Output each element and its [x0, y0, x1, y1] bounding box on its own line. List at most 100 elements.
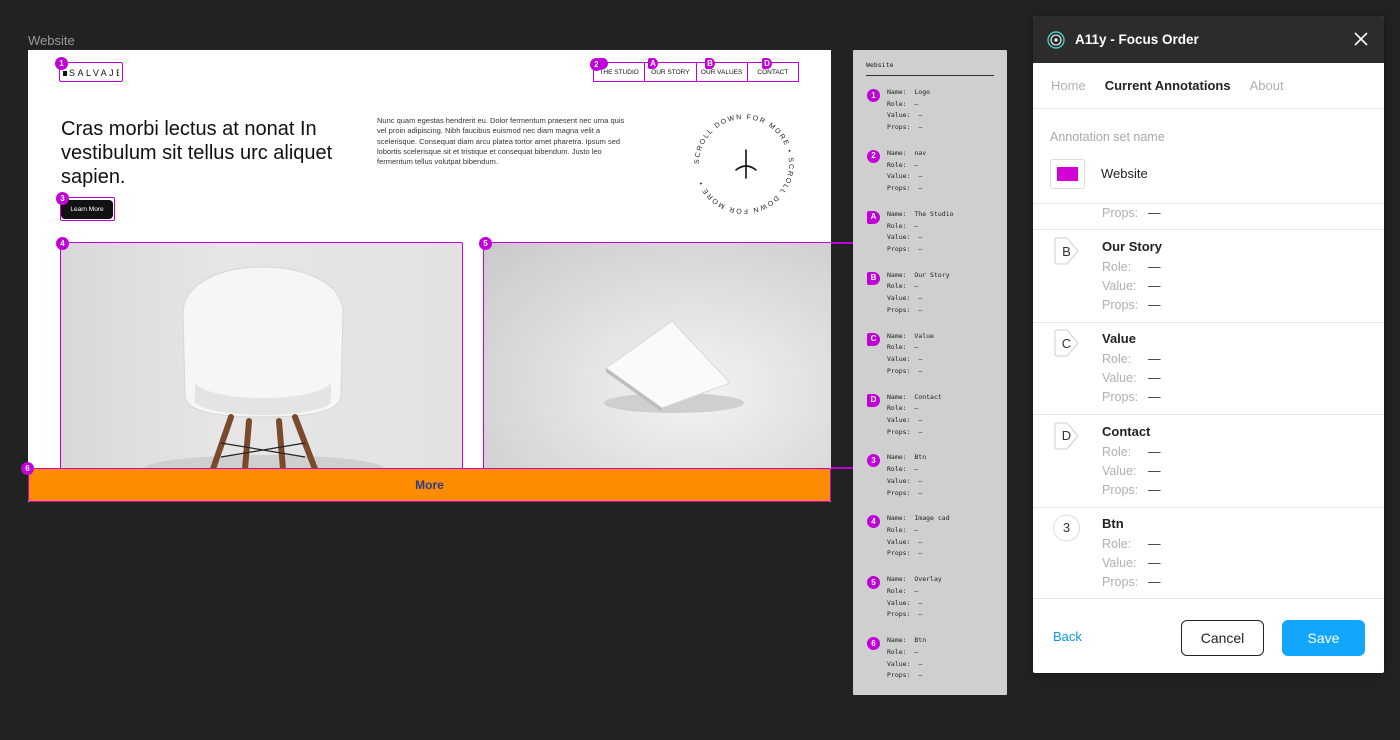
- sidebar-item-value: Value: –: [887, 172, 923, 181]
- annotation-card[interactable]: D Contact Role: — Value: — Props: —: [1033, 415, 1384, 508]
- sidebar-item-role: Role: –: [887, 160, 919, 169]
- tab-home[interactable]: Home: [1051, 78, 1086, 93]
- value-row: Value: —: [1102, 463, 1161, 478]
- nav-link-contact[interactable]: CONTACT: [748, 63, 798, 81]
- sidebar-item-role: Role: –: [887, 99, 919, 108]
- scroll-down-badge[interactable]: SCROLL DOWN FOR MORE • SCROLL DOWN FOR M…: [684, 104, 804, 224]
- props-label: Props: —: [1102, 206, 1161, 220]
- hero-paragraph: Nunc quam egestas hendrerit eu. Dolor fe…: [377, 116, 625, 167]
- sidebar-item-role: Role: –: [887, 647, 919, 656]
- sidebar-item-role: Role: –: [887, 526, 919, 534]
- props-row: Props: —: [1102, 390, 1161, 405]
- plugin-panel: A11y - Focus Order Home Current Annotati…: [1033, 16, 1384, 673]
- annotation-name: Btn: [1102, 515, 1124, 531]
- marker-5: 5: [479, 237, 492, 250]
- sidebar-marker: B: [867, 271, 880, 285]
- marker-c-d: D: [762, 58, 772, 69]
- annotation-badge: 3: [1053, 513, 1080, 543]
- sidebar-marker: 3: [867, 454, 880, 468]
- arrow-down-icon: [735, 149, 757, 179]
- sidebar-item-props: Props: –: [887, 610, 923, 619]
- sidebar-marker: 6: [867, 637, 880, 651]
- annotation-card[interactable]: C Value Role: — Value: — Props: —: [1033, 322, 1384, 416]
- sidebar-marker: D: [867, 393, 880, 407]
- sidebar-item-props: Props: –: [887, 427, 923, 436]
- sidebar-marker: A: [867, 210, 880, 224]
- sidebar-item-name: Name: Logo: [887, 88, 931, 96]
- sidebar-item-value: Value: –: [887, 537, 923, 546]
- connector-line: [831, 242, 855, 244]
- sidebar-item-role: Role: –: [887, 221, 919, 230]
- connector-line: [831, 467, 855, 469]
- sidebar-item-role: Role: –: [887, 404, 919, 413]
- learn-more-button[interactable]: Learn More: [61, 200, 113, 219]
- hero-headline: Cras morbi lectus at nonat In vestibulum…: [61, 118, 333, 188]
- logo[interactable]: SALVAJE: [60, 64, 122, 82]
- svg-text:SCROLL DOWN FOR MORE • SCROLL: SCROLL DOWN FOR MORE • SCROLL DOWN FOR M…: [694, 114, 794, 214]
- save-button[interactable]: Save: [1282, 620, 1365, 656]
- sidebar-item-name: Name: Overlay: [887, 575, 942, 584]
- tab-current-annotations[interactable]: Current Annotations: [1105, 78, 1231, 93]
- tab-about[interactable]: About: [1250, 78, 1284, 93]
- sidebar-item-props: Props: –: [887, 549, 923, 558]
- role-row: Role: —: [1102, 444, 1161, 459]
- sidebar-item-name: Name: Image cad: [887, 514, 950, 523]
- sidebar-item-props: Props: –: [887, 366, 923, 375]
- marker-3: 3: [56, 192, 69, 205]
- plugin-logo-icon: [1047, 30, 1065, 49]
- website-frame: SALVAJE 1 THE STUDIO OUR STORY OUR VALUE…: [28, 50, 831, 502]
- annotation-badge: D: [1053, 421, 1080, 451]
- annotation-name: Our Story: [1102, 239, 1162, 254]
- annotation-list[interactable]: Props: — B Our Story Role: — Value: — Props: — C V…: [1033, 203, 1384, 598]
- annotation-sidebar: Website 1 Name: Logo Role: – Value: – Props:…: [853, 50, 1007, 695]
- props-row: Props: —: [1102, 574, 1161, 589]
- sidebar-item-name: Name: nav: [887, 148, 927, 157]
- annotation-card[interactable]: Props: —: [1033, 204, 1384, 230]
- sidebar-item-role: Role: –: [887, 343, 919, 352]
- scroll-badge-text: SCROLL DOWN FOR MORE • SCROLL DOWN FOR M…: [694, 114, 793, 214]
- more-highlight: [28, 468, 831, 502]
- sidebar-marker: 5: [867, 576, 880, 590]
- annotation-name: Contact: [1102, 423, 1151, 439]
- marker-a: A: [648, 58, 658, 69]
- sidebar-item-props: Props: –: [887, 244, 923, 253]
- value-row: Value: —: [1102, 371, 1161, 386]
- props-row: Props: —: [1102, 482, 1161, 497]
- sidebar-item-value: Value: –: [887, 294, 923, 303]
- annotation-name: Value: [1102, 331, 1136, 347]
- frame-label: Website: [28, 33, 75, 48]
- value-row: Value: —: [1102, 555, 1161, 570]
- marker-4: 4: [56, 237, 69, 250]
- panel-header: A11y - Focus Order: [1033, 16, 1384, 63]
- marker-2-arrow-icon: [598, 58, 608, 69]
- sidebar-item-props: Props: –: [887, 671, 923, 680]
- sidebar-item-props: Props: –: [887, 488, 923, 497]
- color-swatch-fill: [1057, 167, 1078, 181]
- annotation-card[interactable]: B Our Story Role: — Value: — Props: —: [1033, 230, 1384, 323]
- sidebar-item-name: Name: Btn: [887, 453, 927, 462]
- cancel-button[interactable]: Cancel: [1181, 620, 1264, 656]
- logo-text: SALVAJE: [69, 68, 119, 78]
- value-row: Value: —: [1102, 279, 1161, 293]
- annotation-card[interactable]: 3 Btn Role: — Value: — Props: —: [1033, 507, 1384, 598]
- annotation-set-name-value[interactable]: Website: [1101, 166, 1148, 181]
- marker-1: 1: [55, 57, 68, 70]
- sidebar-item-value: Value: –: [887, 598, 923, 607]
- annotation-set-name-label: Annotation set name: [1050, 130, 1165, 144]
- sidebar-item-value: Value: –: [887, 233, 923, 242]
- sidebar-item-role: Role: –: [887, 465, 919, 474]
- sidebar-item-value: Value: –: [887, 659, 923, 668]
- sidebar-title: Website: [866, 61, 994, 76]
- sidebar-item-value: Value: –: [887, 355, 923, 363]
- sidebar-item-name: Name: The Studio: [887, 209, 954, 218]
- panel-footer: Back Cancel Save: [1033, 598, 1384, 673]
- sidebar-item-props: Props: –: [887, 123, 923, 132]
- role-row: Role: —: [1102, 352, 1161, 367]
- image-card-highlight: [60, 242, 463, 470]
- back-link[interactable]: Back: [1053, 629, 1082, 644]
- logo-mark-icon: [63, 70, 67, 76]
- overlay-highlight: [483, 242, 831, 470]
- color-swatch[interactable]: [1050, 159, 1085, 189]
- panel-tabs: Home Current Annotations About: [1033, 63, 1384, 109]
- close-icon[interactable]: [1352, 30, 1370, 48]
